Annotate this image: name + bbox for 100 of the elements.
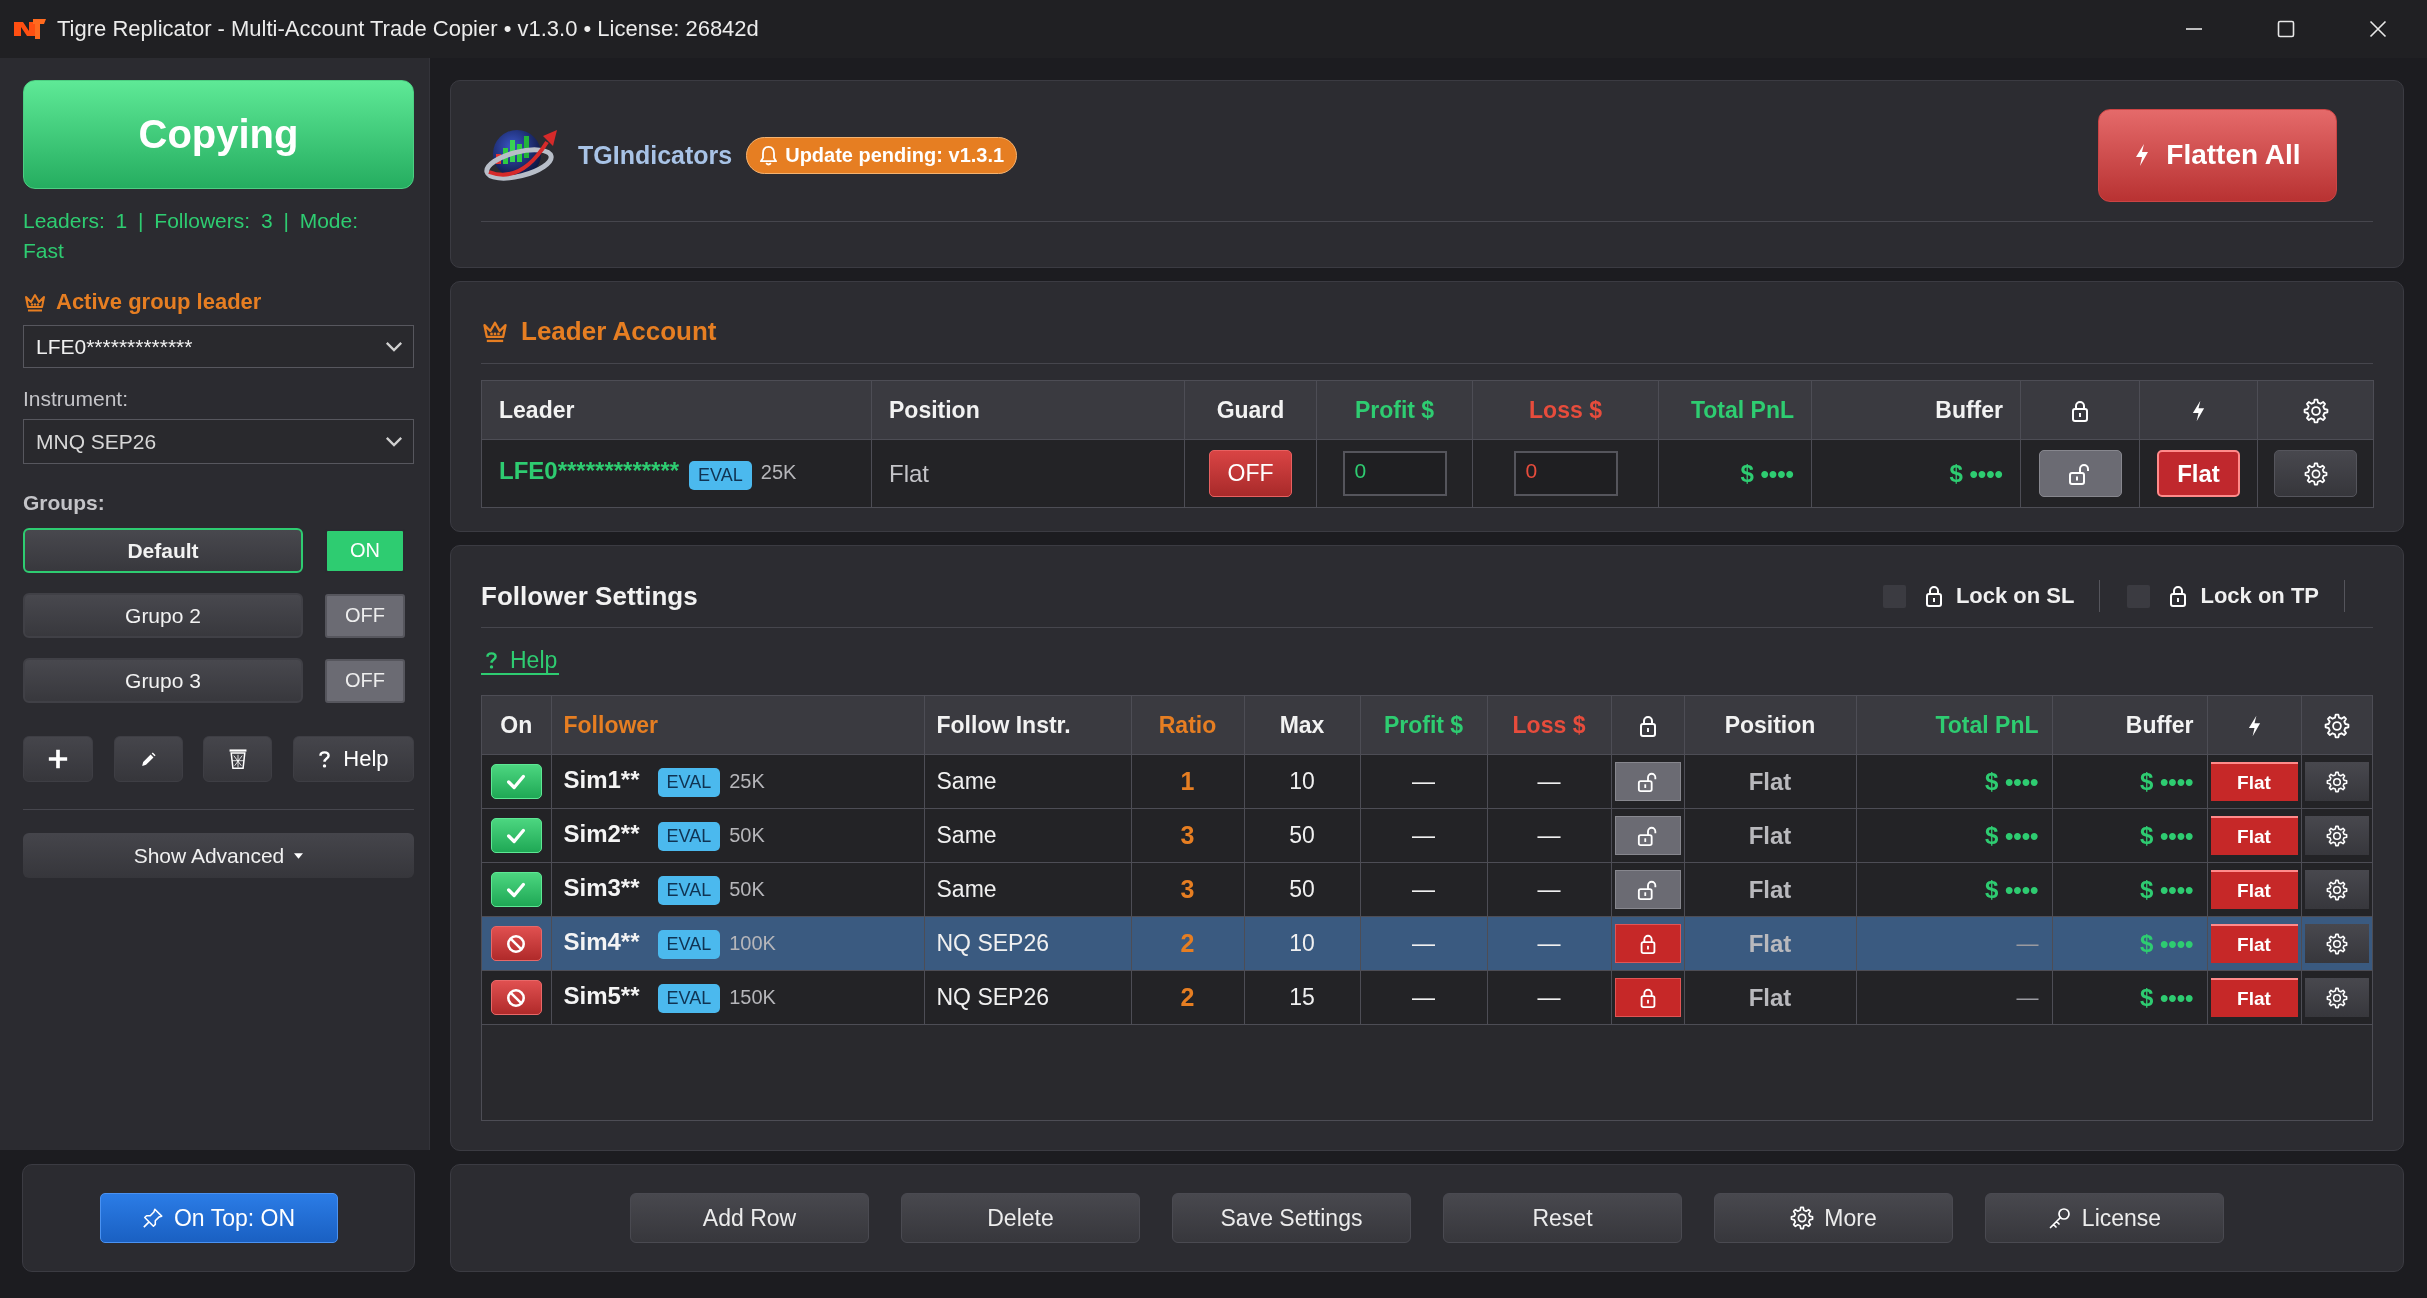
delete-button[interactable] xyxy=(203,736,273,782)
close-icon[interactable] xyxy=(2369,20,2387,38)
flatten-all-button[interactable]: Flatten All xyxy=(2098,108,2337,202)
action-button[interactable]: Add Row xyxy=(630,1193,869,1243)
column-header: Total PnL xyxy=(1658,380,1812,440)
flat-button[interactable]: Flat xyxy=(2157,450,2240,497)
loss-input-field[interactable]: 0 xyxy=(1513,451,1618,496)
table-cell: $ •••• xyxy=(1856,808,2052,863)
show-advanced-button[interactable]: Show Advanced xyxy=(23,833,414,878)
instrument-select[interactable]: MNQ SEP26 xyxy=(23,419,414,464)
column-header: Max xyxy=(1244,696,1360,755)
table-cell: — xyxy=(1487,808,1611,863)
help-button[interactable]: Help xyxy=(292,736,414,782)
settings-button[interactable] xyxy=(2304,924,2369,963)
table-cell: $ •••• xyxy=(2052,808,2207,863)
action-button[interactable]: More xyxy=(1714,1193,1953,1243)
group-button[interactable]: Grupo 3 xyxy=(23,658,303,703)
table-cell: $ •••• xyxy=(1811,439,2021,508)
flat-button[interactable]: Flat xyxy=(2210,870,2298,909)
leader-select[interactable]: LFE0************* xyxy=(23,325,414,368)
panel-title: Leader Account xyxy=(521,315,717,347)
table-cell: 2 xyxy=(1131,916,1244,971)
group-toggle[interactable]: OFF xyxy=(325,658,405,703)
action-button[interactable]: Delete xyxy=(901,1193,1140,1243)
profit-input-field[interactable]: 0 xyxy=(1342,451,1447,496)
table-cell: 3 xyxy=(1131,862,1244,917)
table-cell: — xyxy=(1856,970,2052,1025)
column-header: Follow Instr. xyxy=(924,696,1131,755)
field-label: Instrument: xyxy=(23,386,130,412)
enable-toggle[interactable] xyxy=(490,980,542,1015)
account-size: 50K xyxy=(729,824,765,847)
gear-icon xyxy=(2325,770,2348,793)
action-button[interactable]: Reset xyxy=(1443,1193,1682,1243)
lock-toggle[interactable] xyxy=(1614,762,1681,801)
account-size: 150K xyxy=(729,986,776,1009)
account-name: LFE0************* xyxy=(499,457,680,485)
app-logo-icon xyxy=(14,19,46,39)
table-cell: 3 xyxy=(1131,808,1244,863)
enable-toggle[interactable] xyxy=(490,872,542,907)
action-button[interactable]: License xyxy=(1985,1193,2224,1243)
table-cell: Same xyxy=(924,754,1131,809)
settings-button[interactable] xyxy=(2274,450,2357,497)
settings-button[interactable] xyxy=(2304,978,2369,1017)
prohibited-icon xyxy=(505,987,528,1008)
group-toggle[interactable]: OFF xyxy=(325,593,405,638)
table-row[interactable]: Sim3** EVAL 50K Same 3 50 — — Flat $ •••• $ •••• Flat xyxy=(482,862,2372,917)
group-button[interactable]: Default xyxy=(23,528,303,573)
unlocked-lock-icon xyxy=(1636,770,1659,793)
lock-toggle[interactable] xyxy=(2038,450,2122,497)
enable-toggle[interactable] xyxy=(490,764,542,799)
lightning-icon xyxy=(2134,142,2151,168)
table-cell: — xyxy=(1487,970,1611,1025)
table-row[interactable]: Sim5** EVAL 150K NQ SEP26 2 15 — — Flat — $ •••• Flat xyxy=(482,970,2372,1025)
table-cell: Flat xyxy=(871,439,1185,508)
table-cell: — xyxy=(1360,808,1487,863)
action-button[interactable]: Save Settings xyxy=(1172,1193,1411,1243)
update-notice-text: Update pending: v1.3.1 xyxy=(785,143,1005,167)
gear-icon xyxy=(2323,712,2350,739)
help-link[interactable]: Help xyxy=(481,647,560,675)
status-text: Leaders: 1 | Followers: 3 | Mode: Fast xyxy=(23,208,360,264)
lock-toggle[interactable] xyxy=(1614,924,1681,963)
gear-icon xyxy=(2325,932,2348,955)
gear-icon xyxy=(2325,986,2348,1009)
flat-button[interactable]: Flat xyxy=(2210,816,2298,855)
column-header: Buffer xyxy=(2052,696,2207,755)
settings-button[interactable] xyxy=(2304,762,2369,801)
window-title: Tigre Replicator - Multi-Account Trade Copier • v1.3.0 • License: 26842d xyxy=(57,16,759,42)
lock-toggle[interactable] xyxy=(1614,816,1681,855)
unlocked-lock-icon xyxy=(1636,878,1659,901)
table-cell: 10 xyxy=(1244,754,1360,809)
edit-button[interactable] xyxy=(113,736,183,782)
enable-toggle[interactable] xyxy=(490,818,542,853)
flat-button[interactable]: Flat xyxy=(2210,924,2298,963)
table-cell: NQ SEP26 xyxy=(924,970,1131,1025)
pencil-icon xyxy=(139,750,157,768)
lock-toggle[interactable] xyxy=(1614,978,1681,1017)
enable-toggle[interactable] xyxy=(490,926,542,961)
add-button[interactable] xyxy=(23,736,93,782)
flat-button[interactable]: Flat xyxy=(2210,762,2298,801)
group-button[interactable]: Grupo 2 xyxy=(23,593,303,638)
guard-toggle[interactable]: OFF xyxy=(1209,450,1292,497)
table-cell: NQ SEP26 xyxy=(924,916,1131,971)
lock-toggle[interactable] xyxy=(1614,870,1681,909)
on-top-button[interactable]: On Top: ON xyxy=(99,1193,338,1243)
settings-button[interactable] xyxy=(2304,870,2369,909)
column-header: Loss $ xyxy=(1472,380,1659,440)
gear-icon xyxy=(2325,878,2348,901)
maximize-icon[interactable] xyxy=(2277,20,2295,38)
table-cell: — xyxy=(1487,862,1611,917)
account-size: 25K xyxy=(729,770,765,793)
settings-button[interactable] xyxy=(2304,816,2369,855)
table-row[interactable]: Sim2** EVAL 50K Same 3 50 — — Flat $ •••• $ •••• Flat xyxy=(482,808,2372,863)
gear-icon xyxy=(2302,397,2329,424)
table-cell: Flat xyxy=(1684,862,1856,917)
table-row[interactable]: Sim1** EVAL 25K Same 1 10 — — Flat $ •••• $ •••• Flat xyxy=(482,754,2372,809)
table-cell: 15 xyxy=(1244,970,1360,1025)
table-row[interactable]: Sim4** EVAL 100K NQ SEP26 2 10 — — Flat — $ •••• Flat xyxy=(482,916,2372,971)
flat-button[interactable]: Flat xyxy=(2210,978,2298,1017)
column-header: Profit $ xyxy=(1360,696,1487,755)
table-cell: — xyxy=(1487,916,1611,971)
